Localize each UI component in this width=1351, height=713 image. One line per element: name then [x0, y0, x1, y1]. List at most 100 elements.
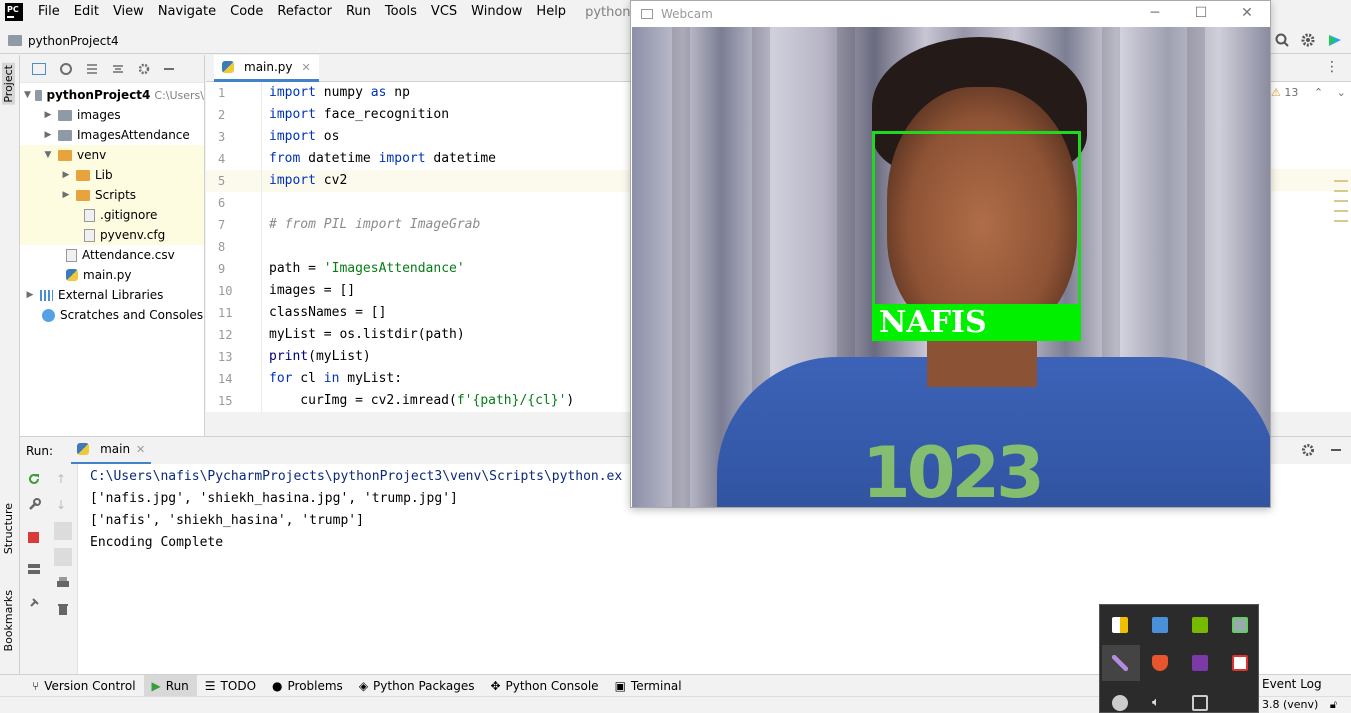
tree-item-pyvenv[interactable]: pyvenv.cfg [20, 225, 204, 245]
project-tool-button[interactable]: Project [2, 63, 15, 105]
onenote-icon[interactable] [1192, 655, 1208, 671]
tab-version-control[interactable]: ⑂ Version Control [24, 675, 144, 697]
menu-refactor[interactable]: Refactor [270, 0, 339, 24]
bookmarks-tool-button[interactable]: Bookmarks [2, 590, 15, 651]
minimize-panel-icon[interactable] [164, 67, 174, 70]
gear-icon[interactable] [1301, 443, 1315, 457]
tree-item-gitignore[interactable]: .gitignore [20, 205, 204, 225]
arrow-up-icon[interactable]: ↑ [56, 472, 70, 486]
tree-item-attendance[interactable]: Attendance.csv [20, 245, 204, 265]
collapse-all-icon[interactable] [112, 63, 124, 75]
wifi-icon[interactable] [1112, 695, 1128, 711]
chevron-right-icon[interactable]: ▶ [24, 290, 36, 300]
menu-view[interactable]: View [106, 0, 151, 24]
webcam-window[interactable]: Webcam ─ ☐ ✕ 1023 NAFIS [630, 0, 1271, 508]
arrow-down-icon[interactable]: ↓ [56, 498, 70, 512]
inspection-widget[interactable]: ⚠ 13 ⌃ ⌄ [1271, 86, 1346, 99]
menu-help[interactable]: Help [529, 0, 573, 24]
code-line[interactable]: myList = os.listdir(path) [262, 324, 636, 346]
tree-item-lib[interactable]: ▶ Lib [20, 165, 204, 185]
code-line[interactable] [262, 236, 636, 258]
chevron-up-icon[interactable]: ⌃ [1314, 86, 1323, 99]
chevron-right-icon[interactable]: ▶ [60, 170, 72, 180]
structure-tool-button[interactable]: Structure [2, 503, 15, 554]
maximize-button[interactable]: ☐ [1178, 1, 1224, 25]
network-monitor-icon[interactable] [1152, 617, 1168, 633]
event-log-button[interactable]: Event Log [1262, 677, 1322, 691]
locate-icon[interactable] [60, 62, 72, 75]
tree-root[interactable]: ▼ pythonProject4 C:\Users\ [20, 85, 204, 105]
scroll-to-end-icon[interactable] [54, 548, 72, 566]
soft-wrap-icon[interactable] [54, 522, 72, 540]
settings-gear-icon[interactable] [1301, 33, 1315, 47]
nvidia-icon[interactable] [1192, 617, 1208, 633]
chevron-right-icon[interactable]: ▶ [42, 130, 54, 140]
code-editor[interactable]: import numpy as np import face_recogniti… [262, 82, 636, 412]
code-line[interactable]: from datetime import datetime [262, 148, 636, 170]
stop-icon[interactable] [28, 532, 39, 543]
code-line[interactable]: path = 'ImagesAttendance' [262, 258, 636, 280]
jetbrains-toolbox-icon[interactable] [1327, 32, 1343, 48]
code-line[interactable]: # from PIL import ImageGrab [262, 214, 636, 236]
print-icon[interactable] [56, 576, 70, 590]
menu-edit[interactable]: Edit [67, 0, 106, 24]
tab-python-console[interactable]: ✥ Python Console [482, 675, 606, 697]
tab-run[interactable]: ▶ Run [143, 674, 197, 697]
menu-file[interactable]: File [31, 0, 67, 24]
display-icon[interactable] [1192, 695, 1208, 711]
code-line[interactable]: for cl in myList: [262, 368, 636, 390]
gear-icon[interactable] [138, 63, 150, 75]
menu-run[interactable]: Run [339, 0, 378, 24]
tab-terminal[interactable]: ▣ Terminal [607, 675, 690, 697]
tree-item-scratches[interactable]: Scratches and Consoles [20, 305, 204, 325]
pdf-icon[interactable] [1232, 655, 1248, 671]
minimize-icon[interactable] [1331, 449, 1341, 451]
layout-icon[interactable] [27, 562, 41, 576]
close-icon[interactable]: ✕ [136, 443, 145, 456]
gpu-icon[interactable] [1232, 617, 1248, 633]
code-line[interactable]: classNames = [] [262, 302, 636, 324]
wrench-icon[interactable] [27, 498, 41, 512]
lock-icon[interactable]: 🔓︎ [1330, 698, 1337, 711]
trash-icon[interactable] [56, 602, 70, 616]
search-icon[interactable] [1275, 33, 1289, 47]
chevron-down-icon[interactable]: ▼ [42, 150, 54, 160]
expand-all-icon[interactable] [86, 63, 98, 75]
code-line[interactable]: import numpy as np [262, 82, 636, 104]
feather-icon[interactable] [1112, 655, 1128, 671]
breadcrumb-project[interactable]: pythonProject4 [28, 34, 119, 48]
tree-item-mainpy[interactable]: main.py [20, 265, 204, 285]
code-line[interactable]: import os [262, 126, 636, 148]
pin-icon[interactable] [27, 596, 41, 610]
minimize-button[interactable]: ─ [1132, 1, 1178, 25]
chevron-down-icon[interactable]: ▼ [24, 90, 31, 100]
tab-todo[interactable]: ☰ TODO [197, 675, 264, 697]
close-button[interactable]: ✕ [1224, 1, 1270, 25]
speaker-icon[interactable]: 🔈︎ [1152, 695, 1168, 711]
rerun-icon[interactable] [27, 472, 41, 486]
tab-python-packages[interactable]: ◈ Python Packages [351, 675, 483, 697]
menu-window[interactable]: Window [464, 0, 529, 24]
chevron-down-icon[interactable]: ⌄ [1337, 86, 1346, 99]
defender-icon[interactable] [1112, 617, 1128, 633]
project-view-icon[interactable] [32, 62, 46, 75]
interpreter-status[interactable]: 3.8 (venv) 🔓︎ [1262, 698, 1337, 712]
scrollbar-markers[interactable] [1334, 180, 1348, 230]
tree-item-images[interactable]: ▶ images [20, 105, 204, 125]
chevron-right-icon[interactable]: ▶ [42, 110, 54, 120]
tree-item-external-libraries[interactable]: ▶ External Libraries [20, 285, 204, 305]
code-line[interactable]: print(myList) [262, 346, 636, 368]
code-line[interactable]: images = [] [262, 280, 636, 302]
tree-item-imagesattendance[interactable]: ▶ ImagesAttendance [20, 125, 204, 145]
chevron-right-icon[interactable]: ▶ [60, 190, 72, 200]
tab-problems[interactable]: ● Problems [264, 675, 351, 697]
code-line[interactable]: import cv2 [262, 170, 636, 192]
tree-item-venv[interactable]: ▼ venv [20, 145, 204, 165]
brave-icon[interactable] [1152, 655, 1168, 671]
menu-code[interactable]: Code [223, 0, 270, 24]
code-line[interactable]: curImg = cv2.imread(f'{path}/{cl}') [262, 390, 636, 412]
more-options-icon[interactable]: ⋮ [1325, 59, 1339, 75]
code-line[interactable] [262, 192, 636, 214]
code-line[interactable]: import face_recognition [262, 104, 636, 126]
menu-vcs[interactable]: VCS [424, 0, 464, 24]
